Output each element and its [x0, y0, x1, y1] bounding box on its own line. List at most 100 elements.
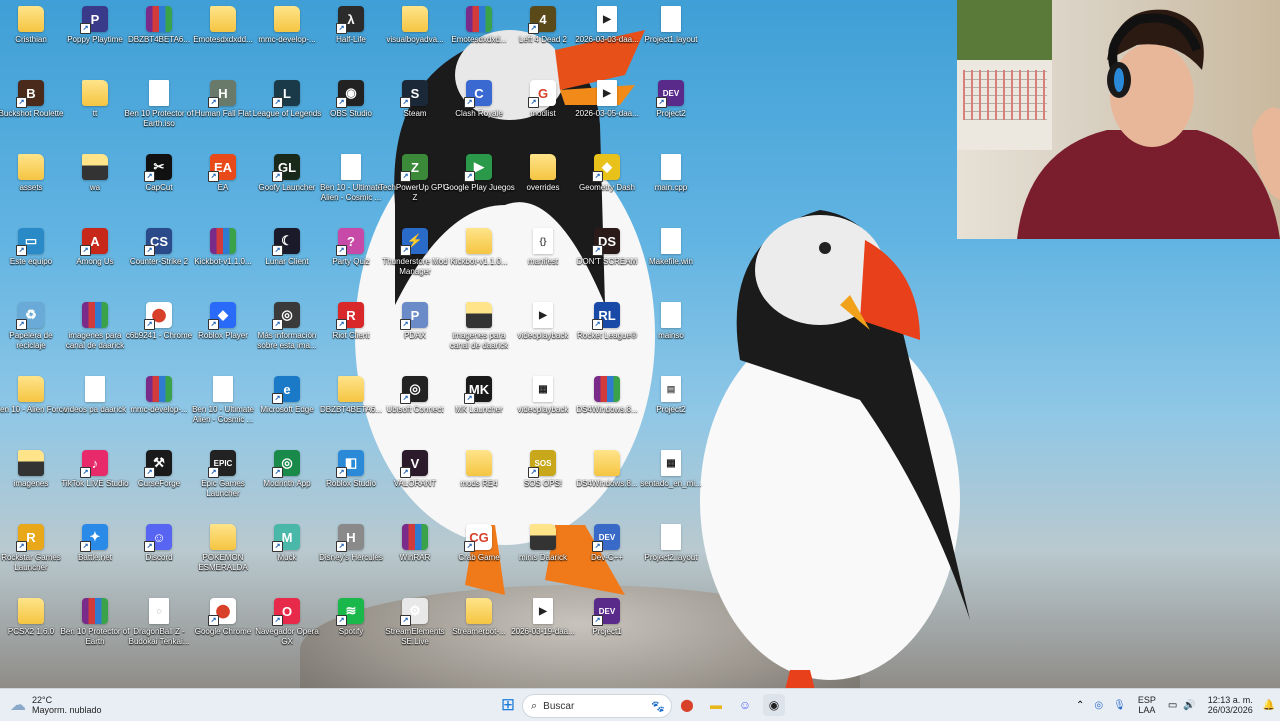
- desktop-icon[interactable]: ◆ ↗ Geometry Dash: [570, 150, 644, 224]
- file-explorer-taskbar-icon[interactable]: ▬: [705, 694, 727, 716]
- desktop-icon[interactable]: ≋ ↗ Spotify: [314, 594, 388, 668]
- desktop-icon[interactable]: A ↗ Among Us: [58, 224, 132, 298]
- desktop-icon[interactable]: ▦ videoplayback: [506, 372, 580, 446]
- desktop-icon[interactable]: ◆ ↗ Roblox Player: [186, 298, 260, 372]
- desktop-icon[interactable]: R ↗ Riot Client: [314, 298, 388, 372]
- desktop-icon[interactable]: ◌ DragonBall Z - Budokai Tenkai...: [122, 594, 196, 668]
- desktop-icon[interactable]: POKEMON ESMERALDA: [186, 520, 260, 594]
- desktop-icon[interactable]: ◎ ↗ Modrinth App: [250, 446, 324, 520]
- desktop-icon[interactable]: mods RE4: [442, 446, 516, 520]
- desktop-icon[interactable]: videos pa daarick: [58, 372, 132, 446]
- desktop-icon[interactable]: DEV ↗ Dev-C++: [570, 520, 644, 594]
- notification-bell-icon[interactable]: 🔔: [1263, 700, 1275, 711]
- discord-taskbar-icon[interactable]: ☺: [734, 694, 756, 716]
- desktop-icon[interactable]: DBZBT4BETA6...: [314, 372, 388, 446]
- desktop-icon[interactable]: S ↗ Steam: [378, 76, 452, 150]
- desktop-icon[interactable]: Kickbot-v1.1.0...: [442, 224, 516, 298]
- desktop-icon[interactable]: DS ↗ DON'T SCREAM: [570, 224, 644, 298]
- desktop-icon[interactable]: imagenes para canal de daarick: [58, 298, 132, 372]
- desktop-icon[interactable]: O ↗ Navegador Opera GX: [250, 594, 324, 668]
- desktop-icon[interactable]: visualboyadva...: [378, 2, 452, 76]
- desktop-icon[interactable]: Ben 10 Protector of Earth.iso: [122, 76, 196, 150]
- desktop-icon[interactable]: λ ↗ Half-Life: [314, 2, 388, 76]
- desktop-icon[interactable]: Makefile.win: [634, 224, 708, 298]
- desktop-icon[interactable]: 4 ↗ Left 4 Dead 2: [506, 2, 580, 76]
- volume-icon[interactable]: 🔊: [1183, 700, 1195, 711]
- desktop-icon[interactable]: wa: [58, 150, 132, 224]
- desktop-icon[interactable]: imagenes para canal de daarick: [442, 298, 516, 372]
- desktop-icon[interactable]: ◎ ↗ Más información sobre esta ima...: [250, 298, 324, 372]
- desktop-icon[interactable]: tt: [58, 76, 132, 150]
- desktop-icon[interactable]: ⚡ ↗ Thunderstore Mod Manager: [378, 224, 452, 298]
- clock[interactable]: 12:13 a. m. 26/03/2026: [1208, 695, 1253, 715]
- desktop-icon[interactable]: Ben 10 Protector of Earth: [58, 594, 132, 668]
- desktop-icon[interactable]: mmc-develop-...: [122, 372, 196, 446]
- desktop-icon[interactable]: DS4Windows.8...: [570, 372, 644, 446]
- desktop-icon[interactable]: H ↗ Human Fall Flat: [186, 76, 260, 150]
- chevron-up-icon[interactable]: ⌃: [1076, 700, 1084, 711]
- desktop-icon[interactable]: {} manifest: [506, 224, 580, 298]
- desktop-icon[interactable]: Project2.layout: [634, 520, 708, 594]
- weather-widget[interactable]: ☁ 22°C Mayorm. nublado: [10, 689, 102, 721]
- desktop-icon[interactable]: G ↗ modlist: [506, 76, 580, 150]
- desktop-icon[interactable]: M ↗ Muck: [250, 520, 324, 594]
- desktop-icon[interactable]: ▶ ↗ Google Play Juegos: [442, 150, 516, 224]
- obs-taskbar-icon[interactable]: ◉: [763, 694, 785, 716]
- desktop-icon[interactable]: L ↗ League of Legends: [250, 76, 324, 150]
- desktop-icon[interactable]: DEV ↗ Project2: [634, 76, 708, 150]
- desktop-icon[interactable]: MK ↗ MK Launcher: [442, 372, 516, 446]
- desktop-icon[interactable]: ☾ ↗ Lunar Client: [250, 224, 324, 298]
- desktop-icon[interactable]: e ↗ Microsoft Edge: [250, 372, 324, 446]
- desktop-icon[interactable]: WinRAR: [378, 520, 452, 594]
- desktop-icon[interactable]: DBZBT4BETA6...: [122, 2, 196, 76]
- start-button[interactable]: ⊞: [497, 689, 519, 721]
- desktop-icon[interactable]: Z ↗ TechPowerUp GPU-Z: [378, 150, 452, 224]
- desktop-icon[interactable]: ▶ 2026-03-19-daa...: [506, 594, 580, 668]
- search-box[interactable]: ⌕ Buscar 🐾: [522, 694, 672, 718]
- desktop-icon[interactable]: ⚙ ↗ StreamElements SE.Live: [378, 594, 452, 668]
- desktop-icon[interactable]: GL ↗ Goofy Launcher: [250, 150, 324, 224]
- desktop-icon[interactable]: ◎ ↗ Ubisoft Connect: [378, 372, 452, 446]
- desktop-icon[interactable]: ⬤ ↗ Google Chrome: [186, 594, 260, 668]
- desktop-icon[interactable]: Ben 10 - Ultimate Alien - Cosmic ...: [314, 150, 388, 224]
- desktop-icon[interactable]: RL ↗ Rocket League®: [570, 298, 644, 372]
- desktop-icon[interactable]: Emotesdxdxdd...: [186, 2, 260, 76]
- desktop-icon[interactable]: main.cpp: [634, 150, 708, 224]
- desktop-icon[interactable]: Streamerbot-...: [442, 594, 516, 668]
- desktop-icon[interactable]: overrides: [506, 150, 580, 224]
- wifi-icon[interactable]: ▭: [1168, 700, 1177, 711]
- network-app-icon[interactable]: ◎: [1094, 700, 1103, 711]
- desktop-icon[interactable]: ◧ ↗ Roblox Studio: [314, 446, 388, 520]
- desktop-icon[interactable]: C ↗ Clash Royale: [442, 76, 516, 150]
- desktop-icon[interactable]: ▤ Project2: [634, 372, 708, 446]
- desktop-icon[interactable]: Emotesdxdxd...: [442, 2, 516, 76]
- desktop-icon[interactable]: mmc-develop-...: [250, 2, 324, 76]
- desktop-icon[interactable]: ♪ ↗ TikTok LIVE Studio: [58, 446, 132, 520]
- desktop-icon[interactable]: V ↗ VALORANT: [378, 446, 452, 520]
- desktop-icon[interactable]: ▶ 2026-03-05-daa...: [570, 76, 644, 150]
- desktop-icon[interactable]: ☺ ↗ Discord: [122, 520, 196, 594]
- desktop-icon[interactable]: CG ↗ Crab Game: [442, 520, 516, 594]
- desktop-icon[interactable]: ◉ ↗ OBS Studio: [314, 76, 388, 150]
- desktop-icon[interactable]: ? ↗ Party Quiz: [314, 224, 388, 298]
- desktop-icon[interactable]: minis Daarick: [506, 520, 580, 594]
- desktop-icon[interactable]: ▶ videoplayback: [506, 298, 580, 372]
- desktop-icon[interactable]: ✂ ↗ CapCut: [122, 150, 196, 224]
- desktop-icon[interactable]: ✦ ↗ Battle.net: [58, 520, 132, 594]
- microphone-icon[interactable]: 🎙: [1113, 700, 1126, 711]
- desktop-icon[interactable]: Ben 10 - Ultimate Alien - Cosmic ...: [186, 372, 260, 446]
- desktop-icon[interactable]: SOS ↗ SOS OPS!: [506, 446, 580, 520]
- desktop-icon[interactable]: DS4Windows.8...: [570, 446, 644, 520]
- desktop-icon[interactable]: H ↗ Disney's Hercules: [314, 520, 388, 594]
- desktop-icon[interactable]: ▦ sentado_en_mi...: [634, 446, 708, 520]
- language-indicator[interactable]: ESP LAA: [1138, 695, 1156, 715]
- desktop-icon[interactable]: ⚒ ↗ CurseForge: [122, 446, 196, 520]
- desktop-icon[interactable]: CS ↗ Counter-Strike 2: [122, 224, 196, 298]
- desktop-icon[interactable]: EPIC ↗ Epic Games Launcher: [186, 446, 260, 520]
- desktop-icon[interactable]: Project1.layout: [634, 2, 708, 76]
- desktop-icon[interactable]: EA ↗ EA: [186, 150, 260, 224]
- desktop-icon[interactable]: mainso: [634, 298, 708, 372]
- desktop-icon[interactable]: ▶ 2026-03-03-daa...: [570, 2, 644, 76]
- desktop-icon[interactable]: DEV ↗ Project1: [570, 594, 644, 668]
- desktop-icon[interactable]: P ↗ PDAX: [378, 298, 452, 372]
